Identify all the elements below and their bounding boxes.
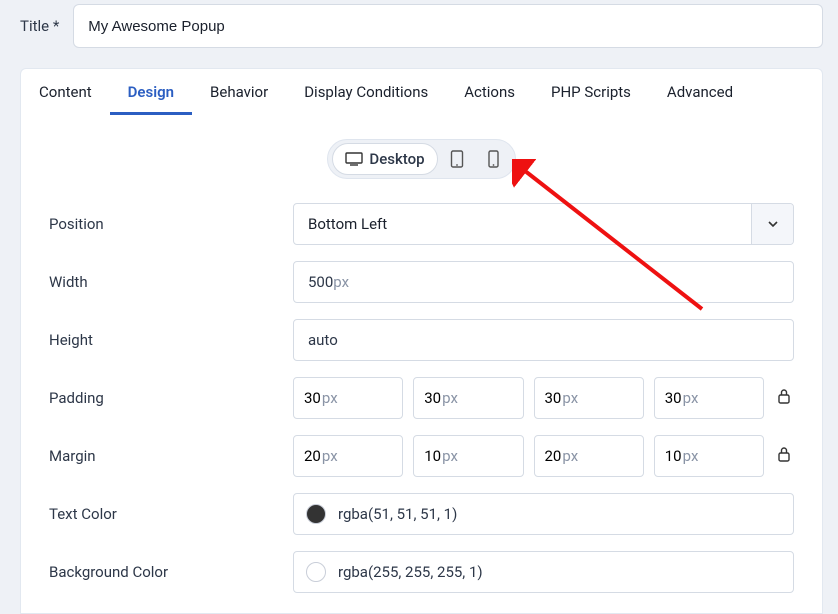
chevron-down-icon[interactable] [751,204,793,244]
lock-icon [777,388,791,408]
padding-top[interactable]: 30px [293,377,403,419]
padding-label: Padding [49,389,281,407]
position-select[interactable]: Bottom Left [293,203,794,245]
tab-advanced[interactable]: Advanced [649,69,751,115]
title-row: Title * [20,4,823,48]
background-color-label: Background Color [49,563,281,581]
tab-behavior[interactable]: Behavior [192,69,286,115]
text-color-label: Text Color [49,505,281,523]
text-color-value: rgba(51, 51, 51, 1) [338,505,457,523]
margin-lock-button[interactable] [774,435,794,477]
margin-label: Margin [49,447,281,465]
margin-left[interactable]: 10px [654,435,764,477]
title-label: Title * [20,17,59,35]
tabs: Content Design Behavior Display Conditio… [20,68,823,115]
device-desktop[interactable]: Desktop [332,143,437,175]
text-color-input[interactable]: rgba(51, 51, 51, 1) [293,493,794,535]
padding-left[interactable]: 30px [654,377,764,419]
tab-content[interactable]: Content [21,69,110,115]
background-color-value: rgba(255, 255, 255, 1) [338,563,483,581]
text-color-swatch [306,504,326,524]
device-mobile[interactable] [476,143,511,175]
title-input[interactable] [73,4,823,48]
lock-icon [777,446,791,466]
width-label: Width [49,273,281,291]
position-label: Position [49,215,281,233]
padding-right[interactable]: 30px [413,377,523,419]
padding-bottom[interactable]: 30px [534,377,644,419]
margin-bottom[interactable]: 20px [534,435,644,477]
tab-php-scripts[interactable]: PHP Scripts [533,69,649,115]
position-value: Bottom Left [294,215,401,233]
tablet-icon [450,150,464,168]
padding-lock-button[interactable] [774,377,794,419]
device-switch: Desktop [49,139,794,179]
design-panel: Desktop Position [20,115,823,614]
device-desktop-label: Desktop [369,150,424,168]
margin-right[interactable]: 10px [413,435,523,477]
device-tablet[interactable] [438,143,476,175]
width-input[interactable]: 500px [293,261,794,303]
tab-display-conditions[interactable]: Display Conditions [286,69,446,115]
tab-design[interactable]: Design [110,69,192,115]
desktop-icon [345,152,363,166]
background-color-swatch [306,562,326,582]
background-color-input[interactable]: rgba(255, 255, 255, 1) [293,551,794,593]
tab-actions[interactable]: Actions [446,69,533,115]
margin-top[interactable]: 20px [293,435,403,477]
height-input[interactable]: auto [293,319,794,361]
height-label: Height [49,331,281,349]
mobile-icon [488,150,499,168]
